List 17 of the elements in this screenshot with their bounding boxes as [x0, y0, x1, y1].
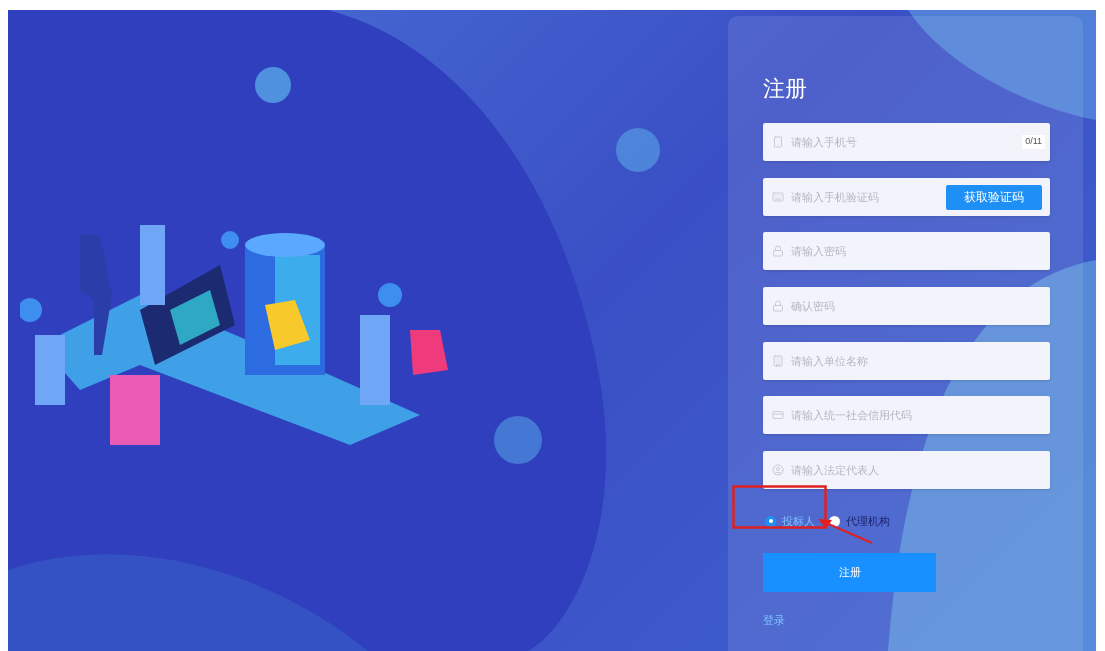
character-counter: 0/11: [1022, 135, 1045, 149]
glow-light: [616, 128, 660, 172]
glow-light: [255, 67, 291, 103]
phone-icon: [772, 136, 784, 148]
user-icon: [772, 464, 784, 477]
form-title: 注册: [763, 75, 807, 103]
login-link[interactable]: 登录: [763, 611, 785, 629]
lock-icon: [772, 300, 784, 313]
role-radio[interactable]: 代理机构: [829, 513, 890, 530]
glow-light: [494, 416, 542, 464]
keypad-icon: [772, 190, 784, 203]
building-icon: [772, 354, 784, 367]
register-button[interactable]: 注册: [763, 552, 936, 592]
get-code-button[interactable]: 获取验证码: [946, 184, 1042, 210]
card-icon: [772, 409, 784, 422]
input-field[interactable]: 确认密码: [763, 287, 1050, 326]
lock-icon: [772, 245, 784, 258]
